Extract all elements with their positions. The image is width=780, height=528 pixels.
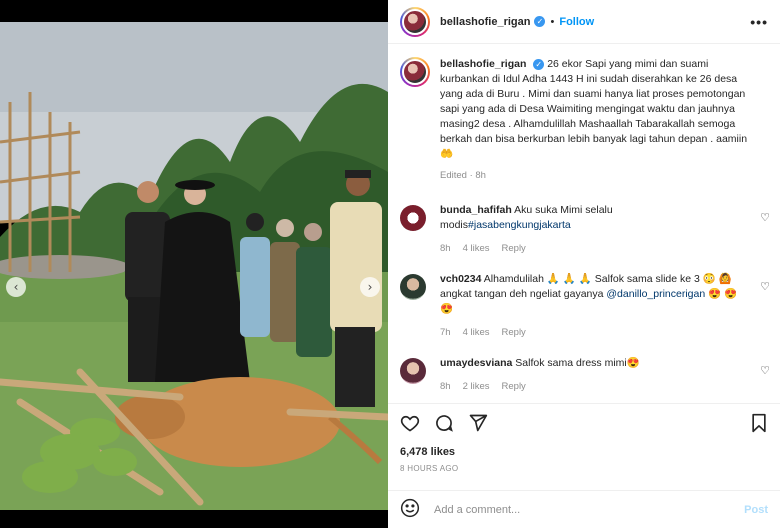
verified-badge-icon: ✓: [534, 16, 546, 27]
caption: bellashofie_rigan ✓ 26 ekor Sapi yang mi…: [388, 45, 780, 183]
comment-mention[interactable]: @danillo_princerigan: [606, 288, 705, 300]
reply-button[interactable]: Reply: [502, 379, 526, 394]
caption-edited-time: Edited · 8h: [440, 170, 486, 181]
post-timestamp: 8 HOURS AGO: [400, 464, 459, 473]
comment-meta: 7h 4 likes Reply: [440, 325, 740, 340]
commenter-avatar[interactable]: [400, 274, 426, 300]
comment-input[interactable]: [434, 503, 745, 516]
comment-body: vch0234 Alhamdulilah 🙏 🙏 🙏 Salfok sama s…: [440, 272, 740, 340]
comment-icon[interactable]: [434, 413, 454, 436]
post-header: bellashofie_rigan ✓ • Follow •••: [388, 0, 780, 44]
comment-meta: 8h 2 likes Reply: [440, 379, 740, 394]
post-panel: bellashofie_rigan ✓ • Follow ••• bellash…: [388, 0, 780, 528]
likes-count[interactable]: 6,478 likes: [400, 446, 768, 458]
verified-badge-icon: ✓: [533, 59, 545, 70]
comment-likes[interactable]: 4 likes: [463, 241, 490, 256]
comment-hashtag[interactable]: #jasabengkungjakarta: [468, 219, 571, 231]
bookmark-icon[interactable]: [750, 413, 768, 436]
comment-body: bunda_hafifah Aku suka Mimi selalu modis…: [440, 203, 740, 256]
post-comment-button[interactable]: Post: [744, 504, 768, 516]
author-username[interactable]: bellashofie_rigan: [440, 16, 530, 28]
caption-text: 26 ekor Sapi yang mimi dan suami kurbank…: [440, 58, 748, 160]
heart-icon[interactable]: [400, 413, 420, 436]
action-icons: [400, 412, 768, 436]
comment-like-heart-icon[interactable]: ♡: [760, 364, 770, 377]
comment-item: bunda_hafifah Aku suka Mimi selalu modis…: [388, 203, 780, 256]
reply-button[interactable]: Reply: [502, 241, 526, 256]
comment-username[interactable]: umaydesviana: [440, 357, 512, 369]
reply-button[interactable]: Reply: [502, 325, 526, 340]
caption-avatar[interactable]: [400, 57, 430, 87]
comment-item: umaydesviana Salfok sama dress mimi😍 8h …: [388, 356, 780, 394]
more-options-icon[interactable]: •••: [750, 14, 768, 30]
next-slide-button[interactable]: ›: [360, 277, 380, 297]
media-area: ‹ ›: [0, 0, 388, 528]
comment-time: 8h: [440, 381, 451, 392]
comment-meta: 8h 4 likes Reply: [440, 241, 740, 256]
caption-username[interactable]: bellashofie_rigan: [440, 58, 526, 70]
caption-body: bellashofie_rigan ✓ 26 ekor Sapi yang mi…: [440, 57, 760, 183]
comment-like-heart-icon[interactable]: ♡: [760, 211, 770, 224]
post-photo[interactable]: ‹ ›: [0, 22, 388, 510]
comment-likes[interactable]: 4 likes: [463, 325, 490, 340]
author-avatar[interactable]: [400, 6, 430, 37]
comment-username[interactable]: bunda_hafifah: [440, 204, 512, 216]
comment-time: 7h: [440, 327, 451, 338]
comment-body: umaydesviana Salfok sama dress mimi😍 8h …: [440, 356, 740, 394]
commenter-avatar[interactable]: [400, 358, 426, 384]
follow-button[interactable]: Follow: [559, 16, 594, 28]
comment-time: 8h: [440, 243, 451, 254]
comment-text: Salfok sama dress mimi😍: [515, 357, 640, 369]
separator-dot: •: [550, 15, 555, 28]
photo-scene: [0, 22, 388, 510]
previous-slide-button[interactable]: ‹: [6, 277, 26, 297]
share-icon[interactable]: [468, 413, 488, 436]
commenter-avatar[interactable]: [400, 205, 426, 231]
post-actions: 6,478 likes 8 HOURS AGO: [388, 403, 780, 473]
comment-username[interactable]: vch0234: [440, 273, 481, 285]
add-comment-bar: Post: [388, 490, 780, 528]
comments-list[interactable]: bellashofie_rigan ✓ 26 ekor Sapi yang mi…: [388, 45, 780, 400]
comment-like-heart-icon[interactable]: ♡: [760, 280, 770, 293]
comment-item: vch0234 Alhamdulilah 🙏 🙏 🙏 Salfok sama s…: [388, 272, 780, 340]
comment-likes[interactable]: 2 likes: [463, 379, 490, 394]
emoji-icon[interactable]: [400, 498, 420, 521]
